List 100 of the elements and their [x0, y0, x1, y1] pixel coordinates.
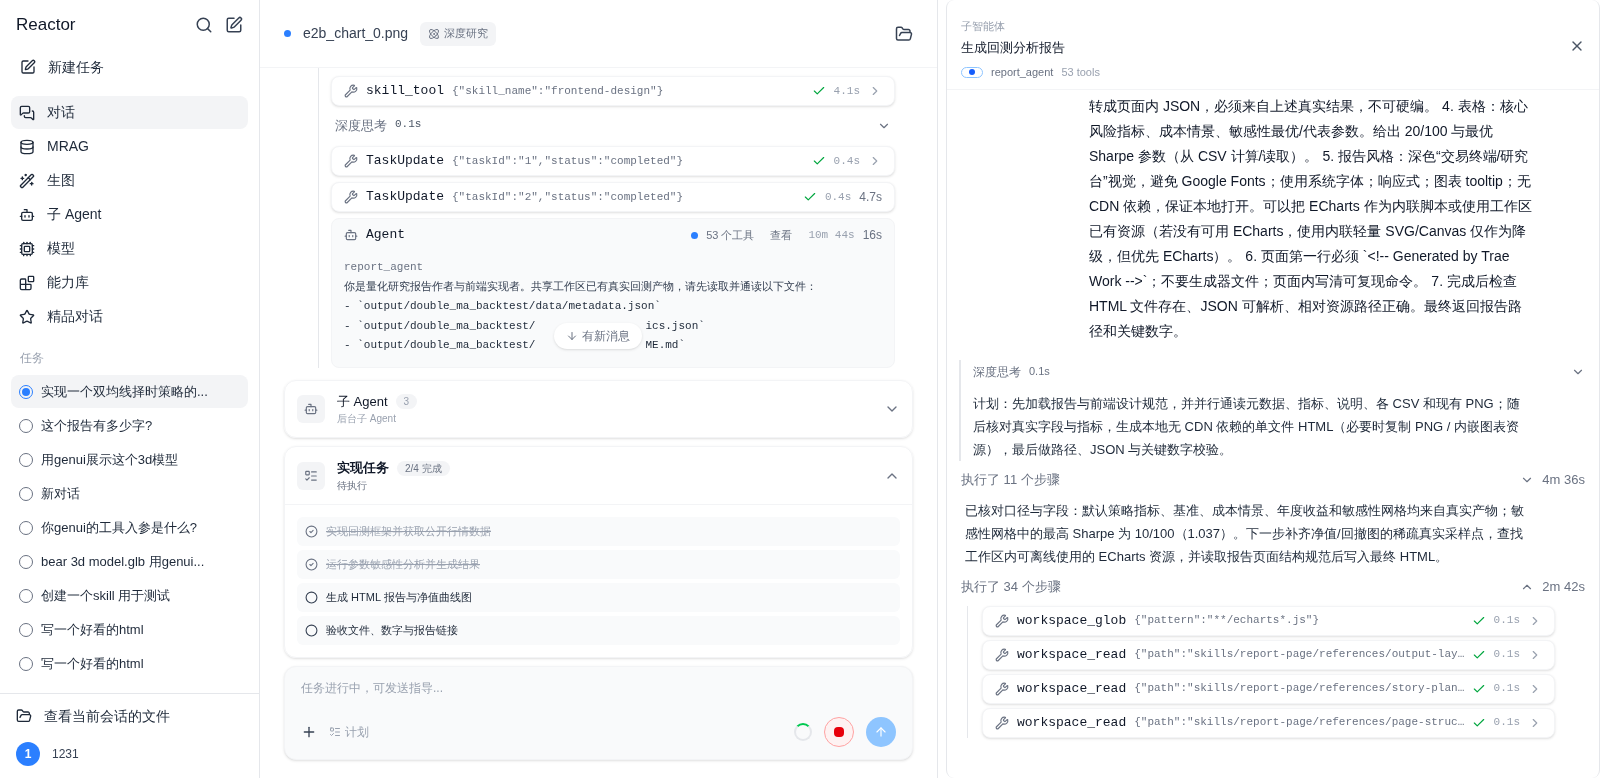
tools-count: 53 tools — [1061, 65, 1100, 80]
check-icon — [811, 84, 826, 98]
steps-toggle[interactable]: 执行了 11 个步骤 4m 36s — [961, 464, 1585, 495]
task-item[interactable]: bear 3d model.glb 用genui... — [11, 545, 248, 578]
tool-call-row[interactable]: workspace_glob {"pattern":"**/echarts*.js"} 0.1s — [982, 605, 1555, 636]
mode-badge: 深度研究 — [420, 21, 497, 46]
agent-name: report_agent — [991, 65, 1054, 80]
file-name: e2b_chart_0.png — [303, 24, 409, 43]
tool-args: {"pattern":"**/echarts*.js"} — [1134, 613, 1321, 629]
todo-label: 运行参数敏感性分析并生成结果 — [326, 557, 480, 573]
todo-label: 实现回测框架并获取公开行情数据 — [326, 524, 491, 540]
card-subtitle: 后台子 Agent — [337, 412, 397, 427]
compose-icon — [20, 59, 36, 75]
tool-call-row[interactable]: TaskUpdate {"taskId":"1","status":"completed"} 0.4s — [331, 146, 895, 176]
thinking-duration: 0.1s — [1029, 363, 1050, 379]
task-item[interactable]: 写一个好看的html — [11, 613, 248, 646]
wrench-icon — [344, 190, 358, 204]
task-item[interactable]: 这个报告有多少字? — [11, 409, 248, 442]
file-path-line: ME.md` — [645, 338, 686, 353]
subagents-card[interactable]: 子 Agent 3 后台子 Agent — [284, 380, 913, 438]
star-icon — [19, 308, 35, 325]
stop-button[interactable] — [824, 717, 854, 747]
robot-icon — [297, 395, 325, 423]
thinking-toggle[interactable]: 深度思考 0.1s — [331, 112, 895, 140]
wrench-icon — [995, 613, 1009, 628]
wrench-icon — [995, 681, 1009, 696]
app-title: Reactor — [16, 14, 76, 37]
message-text: 转成页面内 JSON，必须来自上述真实结果，不可硬编。 4. 表格：核心风险指标、成本情景、敏感性最优/代表参数。给出 20/100 与最优 Sharpe 参数（从 CSV 计算/读取）。 5. 报告风格：深色“交易终端/研究台”视觉，避免 Google Fonts；使用系统字体；响应式；图表 tooltip；无 CDN 依赖，保证本地打开。可以把 ECharts 作为内联脚本或使用工作区已有资源（若没有可用 ECharts，使用内联轻量 SVG/Canvas 仅作为降级，但优先 ECharts）。 6. 页面第一行必须 `<!-- Generated by Trae Work -->`；不要生成器文件；页面内写清可复现命令。 7. 完成后检查 HTML 文件存在、JSON 可解析、相对资源路径正确。最终返回报告路径和关键数字。 — [1089, 96, 1533, 341]
check-icon — [802, 190, 817, 204]
steps-duration: 2m 42s — [1542, 577, 1585, 596]
progress-badge: 2/4 完成 — [397, 460, 450, 476]
agent-name: report_agent — [344, 260, 425, 275]
checklist-icon — [297, 461, 325, 490]
new-task-button[interactable]: 新建任务 — [12, 50, 247, 84]
user-name: 1231 — [52, 746, 79, 763]
steps-label: 执行了 11 个步骤 — [961, 470, 1060, 489]
checklist-icon — [329, 726, 341, 738]
files-link[interactable]: 查看当前会话的文件 — [16, 694, 170, 738]
tool-call-row[interactable]: skill_tool {"skill_name":"frontend-design"} 4.1s — [331, 76, 895, 106]
card-title: 子 Agent — [337, 392, 388, 411]
user-avatar[interactable]: 1 — [16, 742, 40, 766]
wrench-icon — [995, 715, 1009, 730]
compose-icon[interactable] — [225, 16, 243, 34]
nav-item[interactable]: 子 Agent — [11, 198, 248, 231]
tool-args: {"skill_name":"frontend-design"} — [452, 83, 665, 99]
magic-wand-icon — [19, 172, 35, 189]
search-icon[interactable] — [195, 16, 213, 34]
todo-label: 验收文件、数字与报告链接 — [326, 623, 458, 639]
chip-icon — [19, 240, 35, 257]
card-title: 实现任务 — [337, 459, 389, 478]
nav-item[interactable]: 能力库 — [11, 266, 248, 299]
agent-title: Agent — [366, 226, 406, 245]
elapsed-time: 16s — [862, 227, 882, 244]
folder-icon[interactable] — [895, 24, 913, 43]
tool-args: {"path":"skills/report-page/references/page-struc… — [1134, 715, 1464, 731]
robot-icon — [19, 206, 35, 223]
steps-toggle[interactable]: 执行了 34 个步骤 2m 42s — [961, 571, 1585, 602]
tool-duration: 0.1s — [1493, 715, 1520, 731]
tool-duration: 0.4s — [833, 153, 860, 169]
wrench-icon — [995, 647, 1009, 662]
tool-call-row[interactable]: TaskUpdate {"taskId":"2","status":"completed"} 0.4s 4.7s — [331, 182, 895, 212]
panel-title: 生成回测分析报告 — [961, 38, 1066, 57]
file-path-line: - `output/double_ma_backtest/data/metadata.json` — [344, 299, 661, 314]
todo-header[interactable]: 实现任务 2/4 完成 待执行 — [285, 447, 912, 505]
task-item[interactable]: 用genui展示这个3d模型 — [11, 443, 248, 476]
elapsed-time: 4.7s — [859, 189, 882, 206]
thinking-label: 深度思考 — [335, 117, 387, 136]
tool-call-row[interactable]: workspace_read {"path":"skills/report-page/references/page-struc… 0.1s — [982, 707, 1555, 738]
tool-name: TaskUpdate — [366, 152, 444, 171]
tool-call-row[interactable]: workspace_read {"path":"skills/report-page/references/story-plan… 0.1s — [982, 673, 1555, 704]
task-item[interactable]: 新对话 — [11, 477, 248, 510]
tool-call-row[interactable]: workspace_read {"path":"skills/report-page/references/output-lay… 0.1s — [982, 639, 1555, 670]
nav-item[interactable]: 生图 — [11, 164, 248, 197]
file-path-line: - `output/double_ma_backtest/ — [344, 318, 536, 334]
tool-args: {"path":"skills/report-page/references/story-plan… — [1134, 681, 1464, 697]
message-input[interactable]: 任务进行中，可发送指导... — [301, 679, 896, 697]
nav-item[interactable]: MRAG — [11, 130, 248, 163]
tool-args: {"taskId":"2","status":"completed"} — [452, 189, 685, 205]
task-item[interactable]: 你genui的工具入参是什么? — [11, 511, 248, 544]
nav-item[interactable]: 对话 — [11, 96, 248, 129]
task-item[interactable]: 实现一个双均线择时策略的... — [11, 375, 248, 408]
loading-spinner-icon — [794, 723, 812, 741]
task-item[interactable]: 写一个好看的html — [11, 647, 248, 680]
tool-name: skill_tool — [366, 82, 444, 101]
tool-duration: 0.1s — [1493, 613, 1520, 629]
task-item[interactable]: 创建一个skill 用于测试 — [11, 579, 248, 612]
steps-label: 执行了 34 个步骤 — [961, 577, 1061, 596]
view-link[interactable]: 查看 — [770, 226, 793, 244]
thinking-label: 深度思考 — [973, 363, 1021, 381]
count-badge: 3 — [395, 394, 418, 409]
thinking-text: 计划：先加载报告与前端设计规范，并并行通读元数据、指标、说明、各 CSV 和现有 PNG；随后核对真实字段与指标，生成本地无 CDN 依赖的单文件 HTML（必要时复制 PNG / 内嵌图表资源），最后做路径、JSON 与关键数字校验。 — [973, 394, 1521, 459]
plus-icon[interactable] — [301, 724, 317, 740]
thinking-toggle[interactable]: 深度思考 0.1s — [973, 359, 1585, 384]
new-messages-pill[interactable]: 有新消息 — [554, 323, 642, 349]
nav-item[interactable]: 精品对话 — [11, 300, 248, 333]
tool-name: workspace_read — [1017, 645, 1127, 664]
tool-name: workspace_read — [1017, 713, 1127, 732]
file-path-line: ics.json` — [645, 318, 705, 334]
tool-duration: 4.1s — [833, 83, 860, 99]
nav-item[interactable]: 模型 — [11, 232, 248, 265]
